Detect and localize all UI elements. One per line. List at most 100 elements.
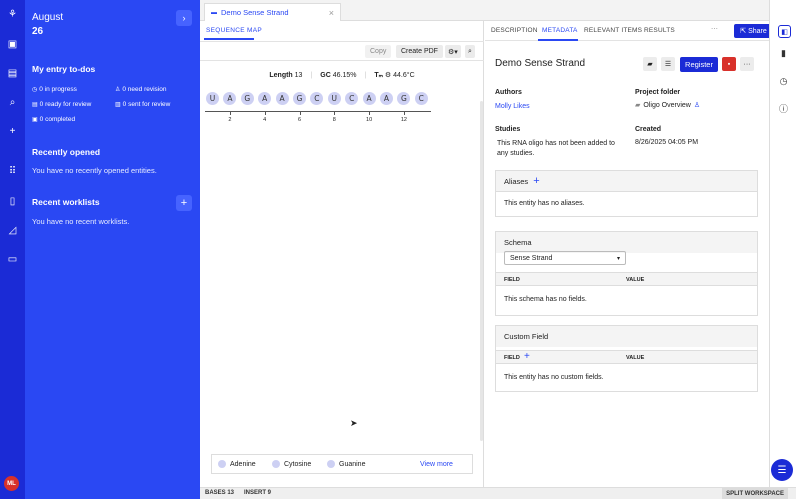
base-5[interactable]: A [275, 92, 289, 105]
external-link-icon: ⇱ [740, 28, 747, 35]
sequence-pane: SEQUENCE MAP Copy Create PDF ⚙▾ ⌕ Length… [200, 21, 484, 487]
ruler-tick [229, 111, 231, 115]
share-button[interactable]: ⇱ Share [734, 24, 773, 38]
base-13[interactable]: C [414, 92, 428, 105]
copy-button[interactable]: Copy [365, 45, 392, 58]
ruler-tick-label: 6 [297, 117, 302, 123]
todo-sent-for-review[interactable]: ▥ 0 sent for review [115, 101, 170, 108]
base-10[interactable]: A [362, 92, 376, 105]
more-options-button[interactable]: ··· [740, 57, 754, 71]
entity-title: Demo Sense Strand [495, 58, 586, 69]
find-button[interactable]: ⌕ [465, 45, 475, 58]
tab-results[interactable]: RESULTS [644, 27, 675, 34]
split-workspace-button[interactable]: SPLIT WORKSPACE [722, 488, 788, 499]
create-pdf-button[interactable]: Create PDF [396, 45, 443, 58]
aliases-card: Aliases + This entity has no aliases. [495, 170, 758, 217]
schema-select[interactable]: Sense Strand ▾ [504, 251, 626, 265]
todo-ready-for-review[interactable]: ▤ 0 ready for review [32, 101, 91, 108]
user-share-icon[interactable]: ♙ [694, 101, 700, 109]
base-2[interactable]: A [223, 92, 237, 105]
cytosine-swatch [272, 460, 280, 468]
tab-metadata[interactable]: METADATA [542, 27, 578, 34]
folder-icon[interactable]: ▭ [6, 253, 19, 266]
created-label: Created [635, 126, 662, 133]
base-legend: Adenine Cytosine Guanine View more [211, 454, 473, 474]
info-icon[interactable]: ⓘ [778, 103, 789, 114]
list-button[interactable]: ☰ [661, 57, 675, 71]
tab-sequence-map[interactable]: SEQUENCE MAP [206, 27, 262, 34]
create-icon[interactable]: + [6, 125, 19, 138]
author-link[interactable]: Molly Likes [495, 103, 530, 110]
todo-in-progress[interactable]: ◷ 0 in progress [32, 86, 77, 93]
person-icon: ♙ [115, 87, 121, 93]
todos-title: My entry to-dos [32, 64, 96, 74]
avatar[interactable]: ML [4, 476, 19, 491]
ruler-tick-label: 10 [366, 117, 373, 123]
archive-button[interactable]: ▪ [722, 57, 736, 71]
add-alias-icon[interactable]: + [533, 175, 539, 187]
right-toolbar: ◧ ▮ ◷ ⓘ ☰ [769, 0, 796, 487]
history-icon[interactable]: ◷ [778, 76, 789, 87]
register-button[interactable]: Register [680, 57, 718, 72]
apps-grid-icon[interactable]: ⠿ [6, 165, 19, 178]
settings-dropdown-button[interactable]: ⚙▾ [445, 45, 461, 58]
close-icon[interactable]: × [329, 8, 334, 18]
base-1[interactable]: U [206, 92, 219, 105]
status-bar: BASES 13 INSERT 9 SPLIT WORKSPACE [200, 487, 796, 499]
bookmark-icon[interactable]: ▮ [778, 48, 789, 59]
collapse-panel-button[interactable]: › [176, 10, 192, 26]
chat-button[interactable]: ☰ [771, 459, 793, 481]
base-8[interactable]: U [327, 92, 341, 105]
base-7[interactable]: C [310, 92, 324, 105]
clock-icon: ◷ [32, 87, 38, 93]
folder-button[interactable]: ▰ [643, 57, 657, 71]
schema-title: Schema [504, 238, 532, 247]
analytics-icon[interactable]: ◿ [6, 224, 19, 237]
ruler-tick-label: 12 [400, 117, 407, 123]
ruler-tick [264, 111, 266, 115]
briefcase-icon[interactable]: ▣ [6, 38, 19, 51]
base-3[interactable]: G [240, 92, 254, 105]
insert-position: INSERT 9 [244, 490, 272, 496]
legend-adenine: Adenine [218, 460, 256, 468]
project-folder-value: ▰ Oligo Overview ♙ [635, 101, 701, 110]
notebook-icon[interactable]: ▯ [6, 195, 19, 208]
guanine-swatch [327, 460, 335, 468]
custom-field-card: Custom Field FIELD + VALUE This entity h… [495, 325, 758, 392]
panel-toggle-icon[interactable]: ◧ [778, 25, 791, 38]
scrollbar[interactable] [480, 101, 483, 441]
tab-relevant-items[interactable]: RELEVANT ITEMS [584, 27, 642, 34]
adenine-swatch [218, 460, 226, 468]
add-custom-field-icon[interactable]: + [524, 351, 530, 362]
inventory-icon[interactable]: ▤ [6, 67, 19, 80]
add-worklist-button[interactable]: + [176, 195, 192, 211]
tab-demo-sense-strand[interactable]: ▬ Demo Sense Strand × [204, 3, 341, 21]
ruler-tick [369, 111, 371, 115]
recent-empty-text: You have no recently opened entities. [32, 166, 157, 175]
benchling-logo-icon[interactable]: ⚘ [6, 8, 19, 21]
active-tab-indicator [204, 38, 254, 40]
base-12[interactable]: G [397, 92, 411, 105]
custom-field-header: FIELD + VALUE [496, 350, 757, 364]
bases-count: BASES 13 [205, 490, 235, 496]
more-tabs-icon[interactable]: ··· [711, 25, 718, 32]
studies-label: Studies [495, 126, 521, 133]
todo-completed[interactable]: ▣ 0 completed [32, 116, 75, 123]
base-11[interactable]: A [380, 92, 393, 105]
folder-icon: ▰ [635, 102, 641, 109]
ruler-tick-label: 8 [332, 117, 336, 123]
search-icon[interactable]: ⌕ [6, 96, 19, 109]
tab-description[interactable]: DESCRIPTION [491, 27, 538, 34]
base-4[interactable]: A [258, 92, 272, 105]
view-more-link[interactable]: View more [420, 461, 453, 468]
created-value: 8/26/2025 04:05 PM [635, 139, 699, 146]
gear-icon[interactable]: ⚙ [385, 72, 391, 79]
studies-text: This RNA oligo has not been added to any… [497, 140, 615, 157]
gear-icon: ⚙▾ [448, 48, 458, 56]
legend-cytosine: Cytosine [272, 460, 311, 468]
custom-field-title: Custom Field [504, 332, 549, 341]
base-6[interactable]: G [293, 92, 306, 105]
worklists-title: Recent worklists [32, 197, 100, 207]
base-9[interactable]: C [345, 92, 359, 105]
todo-need-revision[interactable]: ♙ 0 need revision [115, 86, 166, 93]
